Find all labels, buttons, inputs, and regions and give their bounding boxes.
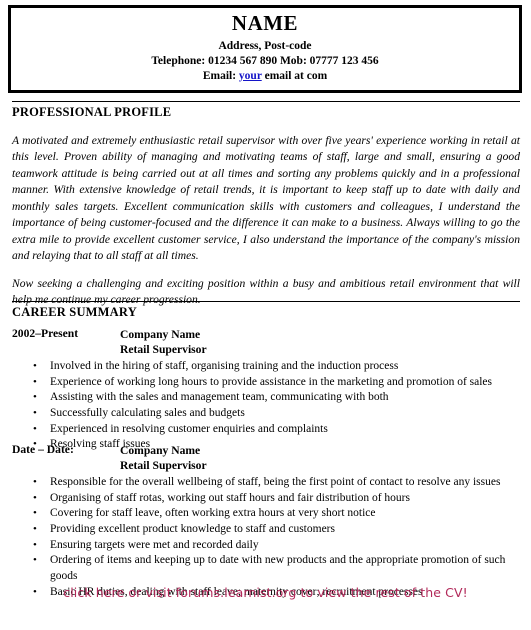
bullet-icon: • xyxy=(33,375,37,388)
bullet-icon: • xyxy=(33,491,37,504)
job-responsibility-list: • Responsible for the overall wellbeing o… xyxy=(12,475,520,600)
profile-paragraph: A motivated and extremely enthusiastic r… xyxy=(12,134,520,263)
job-role: Retail Supervisor xyxy=(120,459,207,473)
phone-line: Telephone: 01234 567 890 Mob: 07777 123 … xyxy=(151,54,379,67)
job-company: Company Name xyxy=(120,444,201,457)
list-item-text: Experienced in resolving customer enquir… xyxy=(50,422,328,435)
list-item-text: Responsible for the overall wellbeing of… xyxy=(50,476,501,489)
professional-profile-section: PROFESSIONAL PROFILE xyxy=(12,101,520,121)
email-suffix: email at com xyxy=(261,69,328,82)
bullet-icon: • xyxy=(33,523,37,535)
bullet-icon: • xyxy=(33,391,37,404)
list-item-text: Assisting with the sales and management … xyxy=(50,391,389,404)
job-meta: Company Name Retail Supervisor xyxy=(120,443,520,473)
job-dates: Date – Date: xyxy=(12,443,74,456)
list-item-text: Ensuring targets were met and recorded d… xyxy=(50,538,259,551)
list-item: • Covering for staff leave, often working… xyxy=(12,506,520,522)
job-company: Company Name xyxy=(120,328,201,341)
bullet-icon: • xyxy=(33,476,37,489)
bullet-icon: • xyxy=(33,407,37,419)
address-line: Address, Post-code xyxy=(218,39,312,52)
email-line: Email: your email at com xyxy=(17,69,513,84)
bullet-icon: • xyxy=(33,360,37,373)
view-full-cv-link[interactable]: click here or visit forums.learnist.org … xyxy=(0,585,531,600)
list-item: • Assisting with the sales and management… xyxy=(12,390,520,406)
list-item-text: Covering for staff leave, often working … xyxy=(50,507,376,520)
list-item: • Responsible for the overall wellbeing o… xyxy=(12,475,520,491)
list-item-text: Ordering of items and keeping up to date… xyxy=(50,554,506,582)
cv-header-box: NAME Address, Post-code Telephone: 01234… xyxy=(8,5,522,94)
list-item-text: Involved in the hiring of staff, organis… xyxy=(50,360,399,373)
email-label: Email: xyxy=(202,69,239,82)
email-link[interactable]: your xyxy=(239,70,262,82)
list-item-text: Organising of staff rotas, working out s… xyxy=(50,491,410,504)
list-item: • Ordering of items and keeping up to dat… xyxy=(12,553,520,584)
section-divider-career xyxy=(12,301,520,302)
list-item: • Ensuring targets were met and recorded … xyxy=(12,538,520,554)
list-item: • Organising of staff rotas, working out … xyxy=(12,491,520,507)
list-item-text: Successfully calculating sales and budge… xyxy=(50,407,245,419)
professional-profile-body: A motivated and extremely enthusiastic r… xyxy=(12,133,520,309)
list-item: • Experience of working long hours to pro… xyxy=(12,375,520,391)
candidate-name: NAME xyxy=(231,11,299,35)
cv-document-page: NAME Address, Post-code Telephone: 01234… xyxy=(0,0,531,630)
list-item: • Experienced in resolving customer enqui… xyxy=(12,422,520,438)
list-item: • Involved in the hiring of staff, organi… xyxy=(12,359,520,375)
job-meta: Company Name Retail Supervisor xyxy=(120,327,520,357)
list-item-text: Experience of working long hours to prov… xyxy=(50,375,493,388)
section-divider-profile xyxy=(12,101,520,102)
career-entry: Date – Date: Company Name Retail Supervi… xyxy=(12,443,520,600)
career-entry: 2002–Present Company Name Retail Supervi… xyxy=(12,327,520,453)
bullet-icon: • xyxy=(33,507,37,520)
career-summary-heading: CAREER SUMMARY xyxy=(12,305,137,319)
job-header: Date – Date: Company Name Retail Supervi… xyxy=(12,443,520,473)
job-role: Retail Supervisor xyxy=(120,343,207,357)
bullet-icon: • xyxy=(33,554,37,567)
job-header: 2002–Present Company Name Retail Supervi… xyxy=(12,327,520,357)
job-dates: 2002–Present xyxy=(12,327,79,340)
list-item-text: Providing excellent product knowledge to… xyxy=(50,523,335,535)
professional-profile-heading: PROFESSIONAL PROFILE xyxy=(12,105,172,119)
job-responsibility-list: • Involved in the hiring of staff, organi… xyxy=(12,359,520,453)
career-summary-section: CAREER SUMMARY xyxy=(12,301,520,321)
list-item: • Successfully calculating sales and budg… xyxy=(12,406,520,422)
bullet-icon: • xyxy=(33,422,37,435)
list-item: • Providing excellent product knowledge t… xyxy=(12,522,520,538)
bullet-icon: • xyxy=(33,538,37,551)
